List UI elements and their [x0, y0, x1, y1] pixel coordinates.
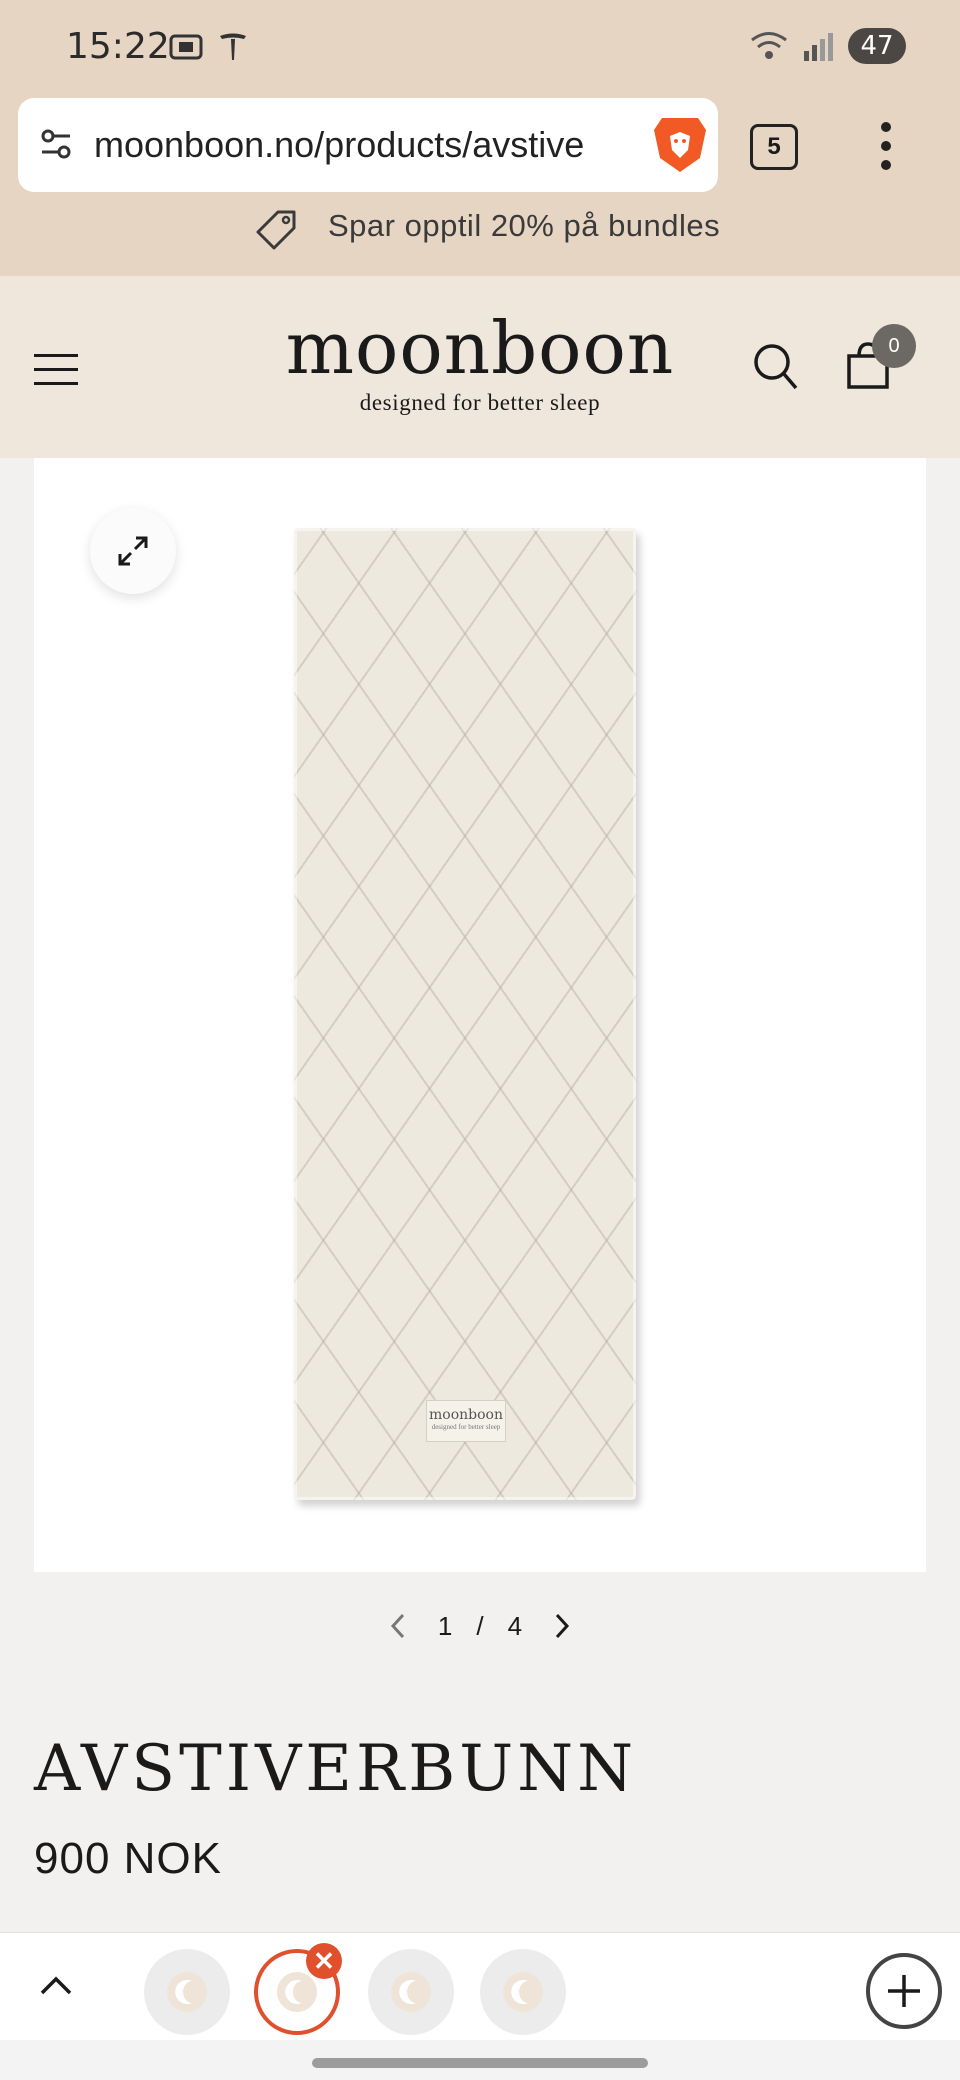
chevron-left-icon	[390, 1613, 405, 1639]
moonboon-favicon-icon	[167, 1972, 207, 2012]
tab-switcher-button[interactable]: 5	[750, 124, 798, 170]
cart-count-badge[interactable]: 0	[872, 324, 916, 368]
pager-separator: /	[476, 1610, 484, 1641]
url-text[interactable]: moonboon.no/products/avstive	[94, 124, 632, 166]
tab-thumbnail-3[interactable]	[368, 1949, 454, 2035]
site-header: moonboon designed for better sleep 0	[0, 276, 960, 458]
tab-thumbnail-4[interactable]	[480, 1949, 566, 2035]
status-time: 15:22	[66, 26, 170, 67]
signal-icon	[804, 33, 833, 61]
site-tagline: designed for better sleep	[359, 390, 601, 415]
search-icon[interactable]	[752, 340, 800, 392]
chevron-up-icon[interactable]	[36, 1965, 76, 2005]
status-bar: 15:22 47	[0, 0, 960, 98]
expand-image-button[interactable]	[90, 508, 176, 594]
tesla-icon	[220, 33, 246, 60]
moonboon-favicon-icon	[503, 1972, 543, 2012]
browser-menu-button[interactable]	[872, 118, 900, 174]
tab-thumbnail-1[interactable]	[144, 1949, 230, 2035]
brave-shields-icon[interactable]	[652, 114, 708, 176]
promo-banner[interactable]: Spar opptil 20% på bundles	[0, 198, 960, 276]
wifi-icon	[751, 32, 787, 59]
product-gallery[interactable]: moonboon designed for better sleep	[34, 458, 926, 1572]
product-price: 900 NOK	[34, 1834, 222, 1883]
screenshot-icon	[169, 34, 203, 60]
site-settings-icon[interactable]	[38, 126, 74, 162]
expand-icon	[118, 536, 148, 566]
product-image[interactable]: moonboon designed for better sleep	[294, 528, 636, 1500]
product-label-logo: moonboon	[429, 1407, 503, 1423]
home-gesture-bar[interactable]	[312, 2058, 648, 2068]
status-icons-right: 47	[750, 28, 906, 64]
plus-icon	[888, 1975, 920, 2007]
next-image-button[interactable]	[546, 1610, 578, 1642]
moonboon-favicon-icon	[391, 1972, 431, 2012]
gallery-pager: 1 / 4	[0, 1610, 960, 1642]
price-tag-icon	[256, 210, 296, 250]
product-title: AVSTIVERBUNN	[34, 1732, 638, 1806]
pager-current: 1	[437, 1610, 453, 1641]
product-label: moonboon designed for better sleep	[426, 1400, 506, 1442]
pager-total: 4	[507, 1610, 523, 1641]
promo-text[interactable]: Spar opptil 20% på bundles	[328, 208, 720, 244]
close-tab-button[interactable]: ✕	[306, 1943, 342, 1979]
product-label-tagline: designed for better sleep	[431, 1423, 501, 1431]
prev-image-button[interactable]	[382, 1610, 414, 1642]
status-icons-left	[168, 30, 250, 64]
address-bar[interactable]: moonboon.no/products/avstive	[18, 98, 718, 192]
bottom-toolbar: ✕	[0, 1932, 960, 2040]
battery-indicator: 47	[848, 28, 906, 64]
chevron-right-icon	[555, 1613, 570, 1639]
site-logo[interactable]: moonboon	[0, 306, 960, 390]
new-tab-button[interactable]	[866, 1953, 942, 2029]
system-nav-bar	[0, 2040, 960, 2080]
browser-bar: moonboon.no/products/avstive 5	[0, 98, 960, 198]
